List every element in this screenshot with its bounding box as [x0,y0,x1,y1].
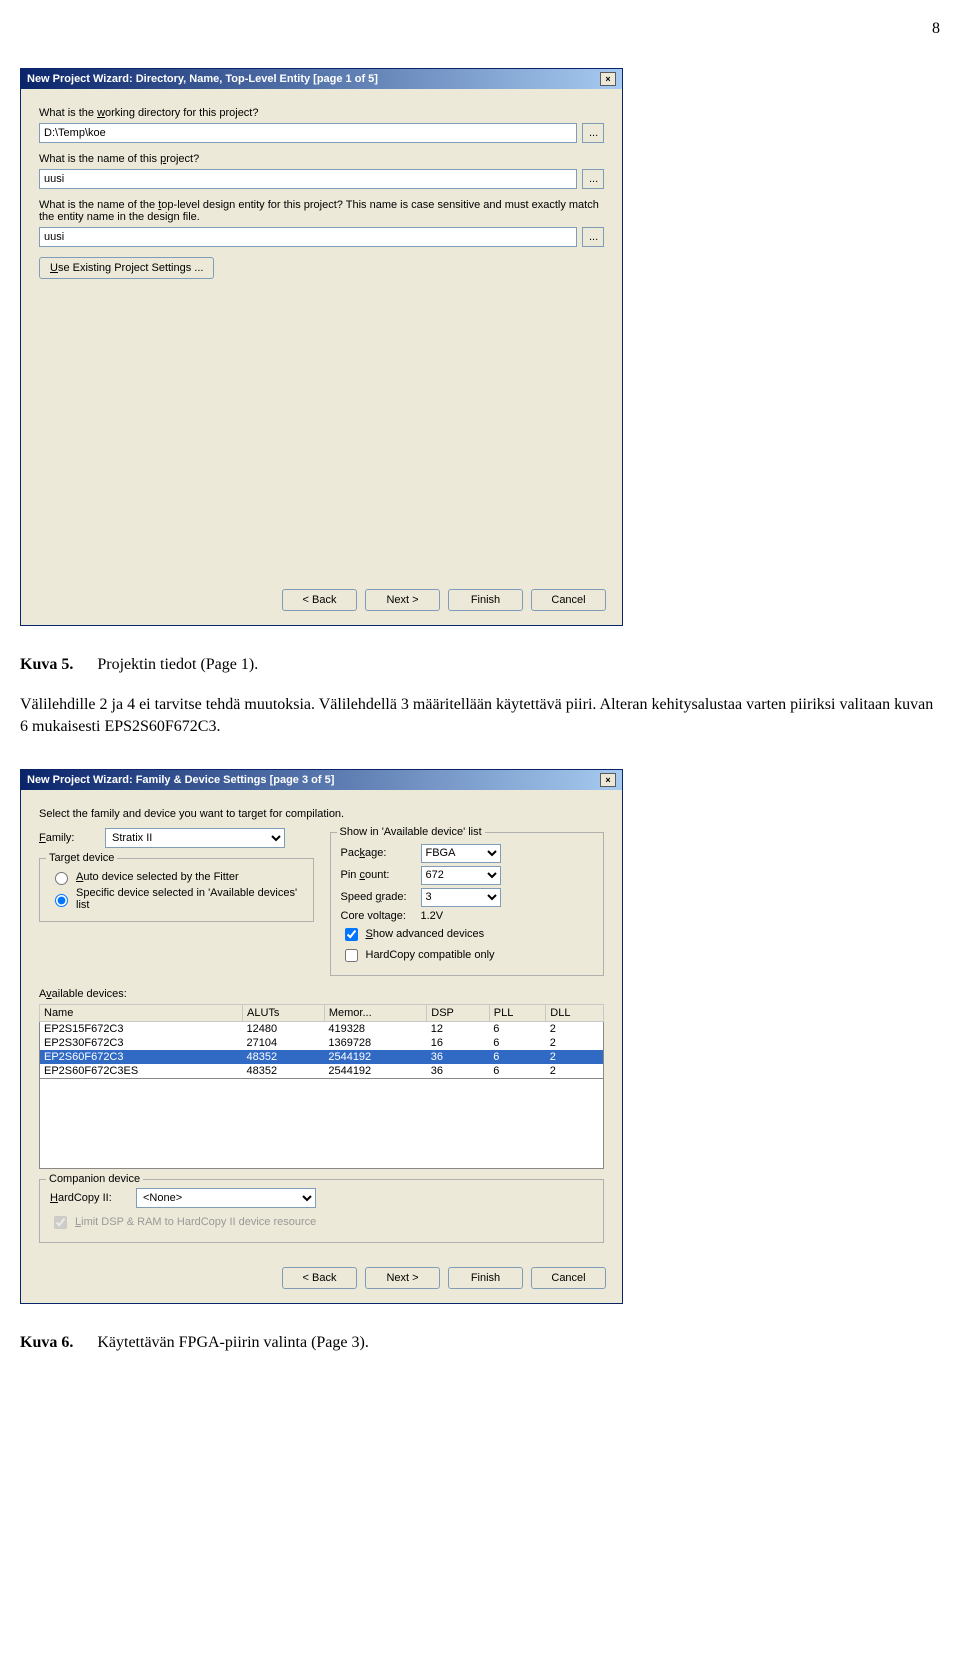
close-icon[interactable]: × [600,773,616,787]
core-voltage-label: Core voltage: [341,910,421,922]
back-button[interactable]: < Back [282,589,357,611]
figure5-caption: Kuva 5. Projektin tiedot (Page 1). [20,656,940,674]
device-intro: Select the family and device you want to… [39,808,604,820]
figure6-text: Käytettävän FPGA-piirin valinta (Page 3)… [97,1334,369,1351]
family-select[interactable]: Stratix II [105,828,285,848]
speed-grade-label: Speed grade: [341,891,421,903]
titlebar-title: New Project Wizard: Directory, Name, Top… [27,73,378,85]
family-label: Family: [39,832,99,844]
hardcopy-compat-label: HardCopy compatible only [366,949,495,961]
show-advanced-checkbox[interactable] [345,928,358,941]
table-row[interactable]: EP2S30F672C32710413697281662 [40,1036,604,1050]
show-available-group: Show in 'Available device' list [337,826,485,838]
specific-device-radio[interactable] [55,894,68,907]
device-table[interactable]: Name ALUTs Memor... DSP PLL DLL EP2S15F6… [39,1004,604,1079]
next-button[interactable]: Next > [365,589,440,611]
col-dsp[interactable]: DSP [427,1004,490,1021]
figure5-label: Kuva 5. [20,656,73,673]
col-aluts[interactable]: ALUTs [242,1004,324,1021]
project-name-input[interactable] [39,169,577,189]
use-existing-settings-button[interactable]: Use Existing Project Settings ... [39,257,214,279]
browse-name-button[interactable]: ... [582,169,604,189]
col-name[interactable]: Name [40,1004,243,1021]
titlebar-page3: New Project Wizard: Family & Device Sett… [21,770,622,790]
speed-grade-select[interactable]: 3 [421,888,501,907]
cancel-button[interactable]: Cancel [531,1267,606,1289]
cancel-button[interactable]: Cancel [531,589,606,611]
table-row[interactable]: EP2S60F672C3ES4835225441923662 [40,1064,604,1079]
browse-dir-button[interactable]: ... [582,123,604,143]
limit-dsp-checkbox [54,1216,67,1229]
finish-button[interactable]: Finish [448,1267,523,1289]
hardcopy2-label: HardCopy II: [50,1192,130,1204]
col-dll[interactable]: DLL [546,1004,604,1021]
package-select[interactable]: FBGA [421,844,501,863]
figure6-caption: Kuva 6. Käytettävän FPGA-piirin valinta … [20,1334,940,1352]
prompt-project-name: What is the name of this project? [39,153,604,165]
auto-device-label: Auto device selected by the Fitter [76,871,239,883]
col-memory[interactable]: Memor... [324,1004,426,1021]
core-voltage-value: 1.2V [421,910,444,922]
prompt-toplevel-entity: What is the name of the top-level design… [39,199,604,223]
top-entity-input[interactable] [39,227,577,247]
working-dir-input[interactable] [39,123,577,143]
figure6-label: Kuva 6. [20,1334,73,1351]
figure5-text: Projektin tiedot (Page 1). [97,656,258,673]
next-button[interactable]: Next > [365,1267,440,1289]
close-icon[interactable]: × [600,72,616,86]
companion-group: Companion device [46,1173,143,1185]
auto-device-radio[interactable] [55,872,68,885]
pin-count-label: Pin count: [341,869,421,881]
prompt-working-dir: What is the working directory for this p… [39,107,604,119]
available-devices-label: Available devices: [39,988,604,1000]
hardcopy-compat-checkbox[interactable] [345,949,358,962]
col-pll[interactable]: PLL [489,1004,546,1021]
target-device-group: Target device [46,852,117,864]
specific-device-label: Specific device selected in 'Available d… [76,887,303,911]
limit-dsp-label: Limit DSP & RAM to HardCopy II device re… [75,1216,316,1228]
hardcopy2-select[interactable]: <None> [136,1188,316,1208]
page-number: 8 [20,20,940,38]
dialog-page1: New Project Wizard: Directory, Name, Top… [20,68,623,626]
table-row[interactable]: EP2S60F672C34835225441923662 [40,1050,604,1064]
device-list-empty-area[interactable] [39,1079,604,1169]
browse-entity-button[interactable]: ... [582,227,604,247]
back-button[interactable]: < Back [282,1267,357,1289]
show-advanced-label: Show advanced devices [366,928,485,940]
finish-button[interactable]: Finish [448,589,523,611]
titlebar-title-3: New Project Wizard: Family & Device Sett… [27,774,334,786]
pin-count-select[interactable]: 672 [421,866,501,885]
dialog-page3: New Project Wizard: Family & Device Sett… [20,769,623,1304]
table-row[interactable]: EP2S15F672C3124804193281262 [40,1021,604,1036]
body-paragraph: Välilehdille 2 ja 4 ei tarvitse tehdä mu… [20,694,940,739]
titlebar-page1: New Project Wizard: Directory, Name, Top… [21,69,622,89]
package-label: Package: [341,847,421,859]
